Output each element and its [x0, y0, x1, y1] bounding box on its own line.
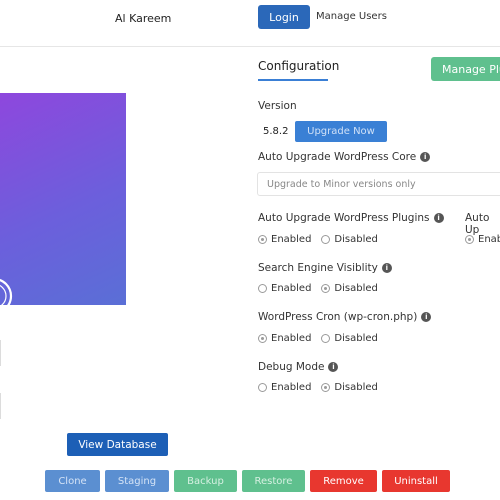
enabled-label: Enabled — [271, 382, 312, 393]
search-visibility-enabled-option[interactable]: Enabled — [258, 283, 311, 294]
disabled-label: Disabled — [334, 234, 378, 245]
search-visibility-label: Search Engine Visiblity i — [258, 262, 392, 274]
manage-users-link[interactable]: Manage Users — [316, 11, 387, 22]
auto-upgrade-core-text: Auto Upgrade WordPress Core — [258, 151, 417, 163]
info-icon[interactable]: i — [433, 213, 444, 223]
wp-cron-text: WordPress Cron (wp-cron.php) — [258, 311, 418, 323]
auto-upgrade-plugins-radios: Enabled Disabled — [258, 234, 388, 245]
header-divider — [0, 46, 500, 47]
wordpress-logo-icon — [0, 278, 13, 305]
auto-plugins-disabled-option[interactable]: Disabled — [321, 234, 378, 245]
uninstall-button[interactable]: Uninstall — [382, 470, 450, 492]
wp-cron-disabled-option[interactable]: Disabled — [321, 333, 378, 344]
version-label: Version — [258, 100, 297, 112]
debug-mode-label: Debug Mode i — [258, 361, 339, 373]
auto-upgrade-plugins-text: Auto Upgrade WordPress Plugins — [258, 212, 430, 224]
disabled-label: Disabled — [334, 382, 378, 393]
radio-icon[interactable] — [258, 284, 267, 293]
radio-icon[interactable] — [321, 334, 331, 343]
enabled-label: Enabled — [271, 333, 312, 344]
wp-cron-enabled-option[interactable]: Enabled — [258, 333, 311, 344]
radio-selected-icon[interactable] — [321, 284, 331, 293]
site-thumbnail — [0, 93, 126, 305]
view-database-button[interactable]: View Database — [67, 433, 168, 456]
search-visibility-radios: Enabled Disabled — [258, 283, 388, 294]
debug-enabled-option[interactable]: Enabled — [258, 382, 311, 393]
radio-selected-icon[interactable] — [258, 334, 267, 343]
wp-cron-label: WordPress Cron (wp-cron.php) i — [258, 311, 432, 323]
auto-themes-enabled-option[interactable]: Enab — [465, 234, 500, 245]
auto-plugins-enabled-option[interactable]: Enabled — [258, 234, 311, 245]
debug-mode-text: Debug Mode — [258, 361, 325, 373]
info-icon[interactable]: i — [381, 263, 392, 273]
configuration-tab-underline — [258, 79, 328, 81]
info-icon[interactable]: i — [328, 362, 339, 372]
disabled-label: Disabled — [334, 283, 378, 294]
left-divider-1 — [0, 340, 1, 366]
radio-selected-icon[interactable] — [465, 235, 474, 244]
enabled-label-partial: Enab — [478, 234, 500, 245]
staging-button[interactable]: Staging — [105, 470, 169, 492]
debug-disabled-option[interactable]: Disabled — [321, 382, 378, 393]
radio-selected-icon[interactable] — [321, 383, 331, 392]
clone-button[interactable]: Clone — [45, 470, 100, 492]
search-visibility-text: Search Engine Visiblity — [258, 262, 378, 274]
restore-button[interactable]: Restore — [242, 470, 305, 492]
manage-plugins-button[interactable]: Manage Plu — [431, 57, 500, 81]
radio-icon[interactable] — [258, 383, 267, 392]
auto-upgrade-core-select[interactable]: Upgrade to Minor versions only — [257, 172, 500, 196]
radio-icon[interactable] — [321, 235, 331, 244]
auto-upgrade-themes-radios: Enab — [465, 234, 500, 245]
disabled-label: Disabled — [334, 333, 378, 344]
auto-upgrade-core-label: Auto Upgrade WordPress Core i — [258, 151, 431, 163]
auto-upgrade-themes-label: Auto Up — [465, 212, 490, 236]
wp-cron-radios: Enabled Disabled — [258, 333, 388, 344]
user-name: Al Kareem — [115, 12, 172, 25]
info-icon[interactable]: i — [420, 152, 431, 162]
upgrade-now-button[interactable]: Upgrade Now — [295, 121, 387, 142]
debug-mode-radios: Enabled Disabled — [258, 382, 388, 393]
configuration-tab[interactable]: Configuration — [258, 59, 339, 73]
version-value: 5.8.2 — [263, 126, 289, 137]
enabled-label: Enabled — [271, 234, 312, 245]
login-button[interactable]: Login — [258, 5, 310, 29]
info-icon[interactable]: i — [421, 312, 432, 322]
radio-selected-icon[interactable] — [258, 235, 267, 244]
enabled-label: Enabled — [271, 283, 312, 294]
search-visibility-disabled-option[interactable]: Disabled — [321, 283, 378, 294]
backup-button[interactable]: Backup — [174, 470, 237, 492]
auto-upgrade-plugins-label: Auto Upgrade WordPress Plugins i — [258, 212, 444, 224]
remove-button[interactable]: Remove — [310, 470, 377, 492]
left-divider-2 — [0, 393, 1, 419]
